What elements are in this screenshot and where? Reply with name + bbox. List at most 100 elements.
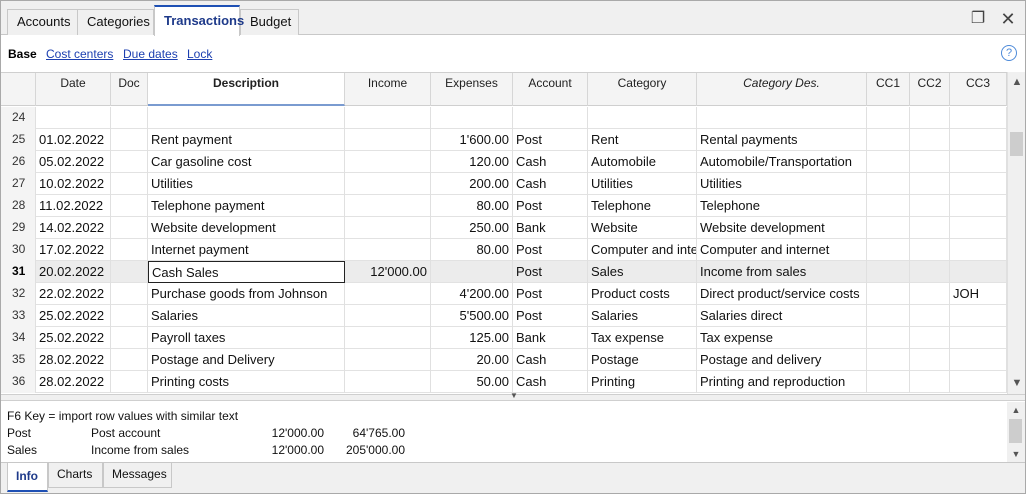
- cell-account[interactable]: Post: [513, 283, 588, 305]
- header-description[interactable]: Description: [148, 73, 345, 106]
- table-row[interactable]: 32 22.02.2022 Purchase goods from Johnson 4…: [1, 283, 1007, 305]
- cell-category[interactable]: Tax expense: [588, 327, 697, 349]
- cell-cc1[interactable]: [867, 305, 910, 327]
- cell-cc3[interactable]: [950, 349, 1007, 371]
- cell-account[interactable]: Cash: [513, 173, 588, 195]
- info-scroll-thumb[interactable]: [1009, 419, 1022, 443]
- cell-account[interactable]: Post: [513, 129, 588, 151]
- table-vertical-scrollbar[interactable]: ▲ ▼: [1007, 72, 1025, 394]
- cell-income[interactable]: [345, 349, 431, 371]
- cell-description[interactable]: Printing costs: [148, 371, 345, 393]
- view-base[interactable]: Base: [8, 47, 37, 61]
- cell-cc2[interactable]: [910, 173, 950, 195]
- cell-cc1[interactable]: [867, 261, 910, 283]
- header-category-des[interactable]: Category Des.: [697, 73, 867, 106]
- cell-category-des[interactable]: Rental payments: [697, 129, 867, 151]
- cell-doc[interactable]: [111, 283, 148, 305]
- cell-cc1[interactable]: [867, 349, 910, 371]
- cell-income[interactable]: [345, 305, 431, 327]
- cell-category-des[interactable]: Website development: [697, 217, 867, 239]
- cell-income[interactable]: [345, 195, 431, 217]
- cell-description[interactable]: Car gasoline cost: [148, 151, 345, 173]
- cell-account[interactable]: Post: [513, 305, 588, 327]
- info-scroll-up-icon[interactable]: ▲: [1007, 403, 1025, 417]
- table-row[interactable]: 25 01.02.2022 Rent payment 1'600.00 Post Rent…: [1, 129, 1007, 151]
- cell-category-des[interactable]: Salaries direct: [697, 305, 867, 327]
- cell-cc3[interactable]: [950, 151, 1007, 173]
- cell-date[interactable]: 17.02.2022: [36, 239, 111, 261]
- cell-cc2[interactable]: [910, 371, 950, 393]
- cell-description[interactable]: Website development: [148, 217, 345, 239]
- cell-account[interactable]: Bank: [513, 327, 588, 349]
- cell-category[interactable]: Printing: [588, 371, 697, 393]
- table-row[interactable]: 26 05.02.2022 Car gasoline cost 120.00 Cash A…: [1, 151, 1007, 173]
- cell-expenses[interactable]: 120.00: [431, 151, 513, 173]
- cell-category-des[interactable]: Utilities: [697, 173, 867, 195]
- tab-accounts[interactable]: Accounts: [7, 9, 78, 35]
- cell-account[interactable]: Cash: [513, 371, 588, 393]
- cell-expenses[interactable]: 80.00: [431, 239, 513, 261]
- cell-income[interactable]: [345, 217, 431, 239]
- cell-doc[interactable]: [111, 239, 148, 261]
- cell-account[interactable]: Cash: [513, 151, 588, 173]
- cell-date[interactable]: 05.02.2022: [36, 151, 111, 173]
- table-row[interactable]: 36 28.02.2022 Printing costs 50.00 Cash Print…: [1, 371, 1007, 393]
- cell-cc1[interactable]: [867, 217, 910, 239]
- header-account[interactable]: Account: [513, 73, 588, 106]
- cell-account[interactable]: Post: [513, 195, 588, 217]
- cell-category[interactable]: Sales: [588, 261, 697, 283]
- info-vertical-scrollbar[interactable]: ▲ ▼: [1007, 402, 1025, 462]
- cell-expenses[interactable]: 5'500.00: [431, 305, 513, 327]
- cell-date[interactable]: 22.02.2022: [36, 283, 111, 305]
- cell-doc[interactable]: [111, 261, 148, 283]
- cell-category-des[interactable]: Telephone: [697, 195, 867, 217]
- table-row[interactable]: 24: [1, 107, 1007, 129]
- cell-account[interactable]: Post: [513, 261, 588, 283]
- cell-cc3[interactable]: [950, 261, 1007, 283]
- cell-description[interactable]: Purchase goods from Johnson: [148, 283, 345, 305]
- cell-cc3[interactable]: [950, 173, 1007, 195]
- cell-category[interactable]: Computer and inte: [588, 239, 697, 261]
- cell-description[interactable]: Cash Sales: [148, 261, 345, 283]
- cell-cc2[interactable]: [910, 305, 950, 327]
- tab-transactions[interactable]: Transactions: [154, 5, 244, 36]
- tab-categories[interactable]: Categories: [77, 9, 154, 35]
- cell-cc1[interactable]: [867, 195, 910, 217]
- header-income[interactable]: Income: [345, 73, 431, 106]
- cell-doc[interactable]: [111, 349, 148, 371]
- cell-expenses[interactable]: 1'600.00: [431, 129, 513, 151]
- scroll-up-arrow-icon[interactable]: ▲: [1008, 74, 1026, 91]
- cell-cc2[interactable]: [910, 151, 950, 173]
- header-doc[interactable]: Doc: [111, 73, 148, 106]
- cell-date[interactable]: 10.02.2022: [36, 173, 111, 195]
- cell-cc2[interactable]: [910, 349, 950, 371]
- cell-expenses[interactable]: 200.00: [431, 173, 513, 195]
- cell-cc3[interactable]: [950, 371, 1007, 393]
- cell-date[interactable]: 20.02.2022: [36, 261, 111, 283]
- cell-cc1[interactable]: [867, 371, 910, 393]
- table-row[interactable]: 35 28.02.2022 Postage and Delivery 20.00 Cas…: [1, 349, 1007, 371]
- cell-cc3[interactable]: [950, 217, 1007, 239]
- cell-description[interactable]: Payroll taxes: [148, 327, 345, 349]
- tab-info[interactable]: Info: [7, 463, 48, 492]
- table-row[interactable]: 28 11.02.2022 Telephone payment 80.00 Post Te…: [1, 195, 1007, 217]
- cell-cc3[interactable]: [950, 195, 1007, 217]
- cell-expenses[interactable]: 4'200.00: [431, 283, 513, 305]
- cell-category-des[interactable]: Automobile/Transportation: [697, 151, 867, 173]
- cell-cc2[interactable]: [910, 239, 950, 261]
- header-cc1[interactable]: CC1: [867, 73, 910, 106]
- cell-date[interactable]: 28.02.2022: [36, 349, 111, 371]
- cell-category[interactable]: Telephone: [588, 195, 697, 217]
- cell-account[interactable]: [513, 107, 588, 129]
- scroll-down-arrow-icon[interactable]: ▼: [1008, 375, 1026, 392]
- cell-date[interactable]: 28.02.2022: [36, 371, 111, 393]
- cell-date[interactable]: 11.02.2022: [36, 195, 111, 217]
- cell-income[interactable]: [345, 107, 431, 129]
- cell-cc2[interactable]: [910, 217, 950, 239]
- cell-cc1[interactable]: [867, 239, 910, 261]
- table-row[interactable]: 34 25.02.2022 Payroll taxes 125.00 Bank Tax e…: [1, 327, 1007, 349]
- cell-account[interactable]: Post: [513, 239, 588, 261]
- header-cc2[interactable]: CC2: [910, 73, 950, 106]
- cell-description[interactable]: Telephone payment: [148, 195, 345, 217]
- cell-expenses[interactable]: [431, 107, 513, 129]
